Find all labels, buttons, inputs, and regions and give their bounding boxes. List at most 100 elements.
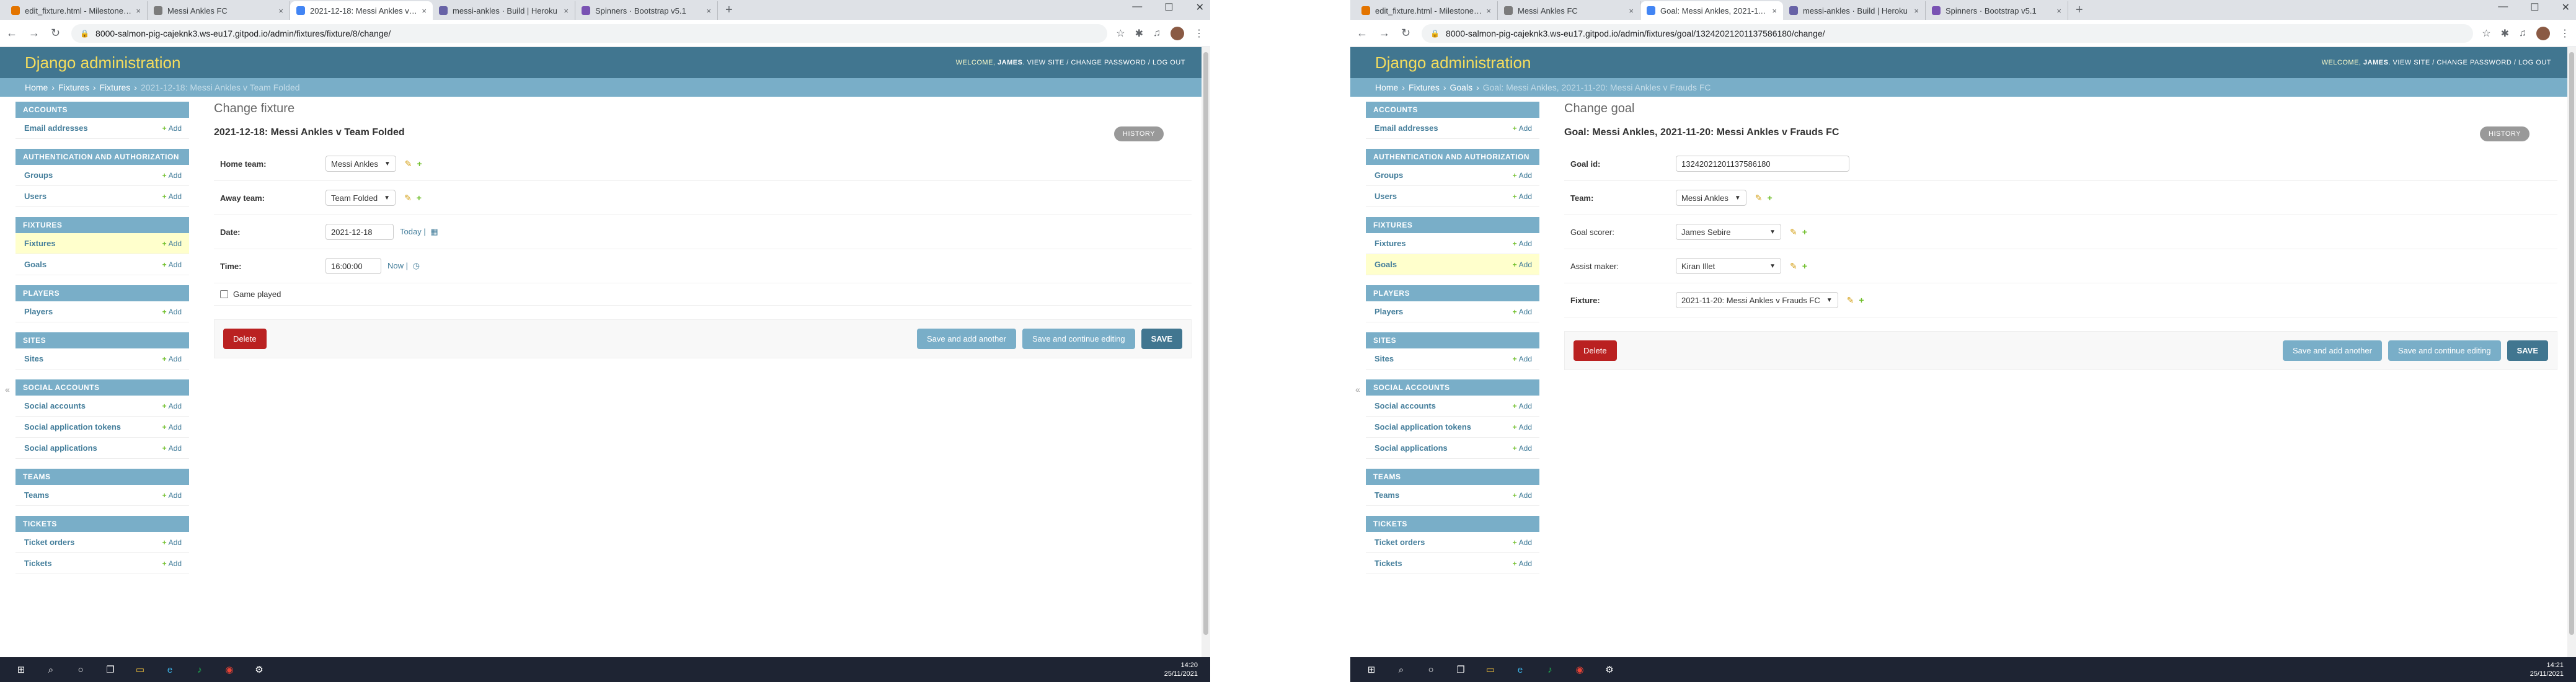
now-link[interactable]: Now	[387, 261, 404, 270]
date-input[interactable]: 2021-12-18	[325, 224, 394, 240]
sidebar-model-link[interactable]: Sites	[1374, 354, 1394, 363]
save-continue-button[interactable]: Save and continue editing	[2388, 340, 2501, 361]
add-related-icon[interactable]: +	[1802, 227, 1807, 237]
goal-id-input[interactable]: 13242021201137586180	[1676, 156, 1849, 172]
search-icon[interactable]: ⌕	[1394, 662, 1409, 677]
close-tab-icon[interactable]: ×	[2056, 6, 2061, 16]
edit-related-icon[interactable]: ✎	[1755, 193, 1763, 203]
file-explorer-icon[interactable]: ▭	[133, 662, 148, 677]
save-button[interactable]: SAVE	[1141, 329, 1182, 349]
browser-tab[interactable]: messi-ankles · Build | Heroku ×	[433, 1, 575, 20]
module-caption[interactable]: Fixtures	[1366, 217, 1539, 233]
menu-icon[interactable]: ⋮	[2560, 27, 2570, 40]
module-caption[interactable]: Players	[1366, 285, 1539, 301]
away-team-select[interactable]: Team Folded ▼	[325, 190, 396, 206]
sidebar-model-link[interactable]: Email addresses	[24, 123, 88, 133]
sidebar-model-link[interactable]: Social accounts	[24, 401, 86, 410]
close-window-icon[interactable]: ✕	[1196, 1, 1204, 14]
add-link[interactable]: + Add	[162, 260, 182, 269]
new-tab-icon[interactable]: +	[2068, 3, 2091, 20]
close-tab-icon[interactable]: ×	[1772, 6, 1777, 16]
add-link[interactable]: + Add	[162, 171, 182, 180]
chrome-icon[interactable]: ◉	[222, 662, 237, 677]
sidebar-model-link[interactable]: Teams	[24, 490, 49, 500]
module-caption[interactable]: Accounts	[15, 102, 189, 118]
add-related-icon[interactable]: +	[1768, 193, 1773, 203]
sidebar-model-link[interactable]: Fixtures	[1374, 239, 1406, 248]
add-link[interactable]: + Add	[1513, 124, 1532, 133]
profile-avatar[interactable]	[1171, 26, 1184, 40]
taskbar-clock[interactable]: 14:20 25/11/2021	[1164, 661, 1204, 678]
module-caption[interactable]: Accounts	[1366, 102, 1539, 118]
spotify-icon[interactable]: ♪	[192, 662, 207, 677]
windows-icon[interactable]: ⊞	[1364, 662, 1379, 677]
edit-related-icon[interactable]: ✎	[405, 159, 412, 169]
sidebar-model-link[interactable]: Tickets	[1374, 559, 1402, 568]
browser-tab-active[interactable]: 2021-12-18: Messi Ankles v Tea... ×	[290, 1, 433, 20]
module-caption[interactable]: Authentication and Authorization	[15, 149, 189, 165]
lock-icon[interactable]: 🔒	[80, 29, 89, 38]
sidebar-model-link[interactable]: Social applications	[24, 443, 97, 453]
extensions-icon[interactable]: ✱	[2501, 27, 2509, 40]
file-explorer-icon[interactable]: ▭	[1483, 662, 1498, 677]
add-link[interactable]: + Add	[162, 538, 182, 547]
breadcrumb-home[interactable]: Home	[1375, 82, 1398, 92]
edit-related-icon[interactable]: ✎	[1847, 295, 1854, 305]
module-caption[interactable]: Tickets	[15, 516, 189, 532]
close-tab-icon[interactable]: ×	[136, 6, 141, 16]
module-caption[interactable]: Sites	[1366, 332, 1539, 348]
edge-icon[interactable]: e	[162, 662, 177, 677]
breadcrumb-model[interactable]: Fixtures	[100, 82, 131, 92]
vertical-scrollbar[interactable]	[2567, 47, 2576, 657]
sidebar-model-link[interactable]: Users	[1374, 192, 1397, 201]
close-tab-icon[interactable]: ×	[278, 6, 283, 16]
add-link[interactable]: + Add	[162, 355, 182, 363]
chrome-icon[interactable]: ◉	[1572, 662, 1587, 677]
browser-tab[interactable]: Spinners · Bootstrap v5.1 ×	[575, 1, 718, 20]
lock-icon[interactable]: 🔒	[1430, 29, 1440, 38]
add-link[interactable]: + Add	[162, 444, 182, 453]
taskbar-clock[interactable]: 14:21 25/11/2021	[2530, 661, 2570, 678]
bookmark-star-icon[interactable]: ☆	[2482, 27, 2490, 40]
settings-icon[interactable]: ⚙	[1602, 662, 1617, 677]
cortana-icon[interactable]: ○	[73, 662, 88, 677]
sidebar-model-link[interactable]: Email addresses	[1374, 123, 1438, 133]
sidebar-model-link[interactable]: Groups	[24, 170, 53, 180]
add-link[interactable]: + Add	[162, 559, 182, 568]
spotify-icon[interactable]: ♪	[1543, 662, 1557, 677]
browser-tab[interactable]: Messi Ankles FC ×	[148, 1, 290, 20]
fixture-select[interactable]: 2021-11-20: Messi Ankles v Frauds FC ▼	[1676, 292, 1838, 308]
save-add-another-button[interactable]: Save and add another	[2283, 340, 2382, 361]
browser-tab-active[interactable]: Goal: Messi Ankles, 2021-11-20:... ×	[1640, 1, 1783, 20]
clock-icon[interactable]: ◷	[413, 261, 420, 270]
minimize-icon[interactable]: —	[2498, 1, 2508, 14]
sidebar-model-link[interactable]: Social applications	[1374, 443, 1448, 453]
save-button[interactable]: SAVE	[2507, 340, 2548, 361]
home-team-select[interactable]: Messi Ankles ▼	[325, 156, 396, 172]
sidebar-model-link[interactable]: Social application tokens	[24, 422, 121, 432]
save-add-another-button[interactable]: Save and add another	[917, 329, 1016, 349]
close-tab-icon[interactable]: ×	[706, 6, 711, 16]
cortana-icon[interactable]: ○	[1423, 662, 1438, 677]
sidebar-toggle-icon[interactable]: «	[5, 384, 10, 394]
add-related-icon[interactable]: +	[1802, 261, 1807, 271]
reload-icon[interactable]: ↻	[51, 27, 60, 40]
maximize-icon[interactable]: ☐	[1164, 1, 1173, 14]
breadcrumb-app[interactable]: Fixtures	[1409, 82, 1440, 92]
sidebar-model-link[interactable]: Groups	[1374, 170, 1403, 180]
minimize-icon[interactable]: —	[1132, 1, 1142, 14]
add-related-icon[interactable]: +	[417, 159, 422, 169]
add-link[interactable]: + Add	[162, 239, 182, 248]
close-tab-icon[interactable]: ×	[1486, 6, 1491, 16]
add-link[interactable]: + Add	[1513, 355, 1532, 363]
user-links[interactable]: . VIEW SITE / CHANGE PASSWORD / LOG OUT	[2388, 59, 2551, 66]
edit-related-icon[interactable]: ✎	[404, 193, 412, 203]
task-view-icon[interactable]: ❐	[1453, 662, 1468, 677]
edit-related-icon[interactable]: ✎	[1790, 261, 1797, 271]
browser-tab[interactable]: Spinners · Bootstrap v5.1 ×	[1926, 1, 2068, 20]
add-related-icon[interactable]: +	[417, 193, 422, 203]
add-link[interactable]: + Add	[162, 491, 182, 500]
assist-maker-select[interactable]: Kiran Illet ▼	[1676, 258, 1781, 274]
module-caption[interactable]: Social Accounts	[1366, 379, 1539, 396]
media-icon[interactable]: ♫	[2519, 28, 2526, 39]
